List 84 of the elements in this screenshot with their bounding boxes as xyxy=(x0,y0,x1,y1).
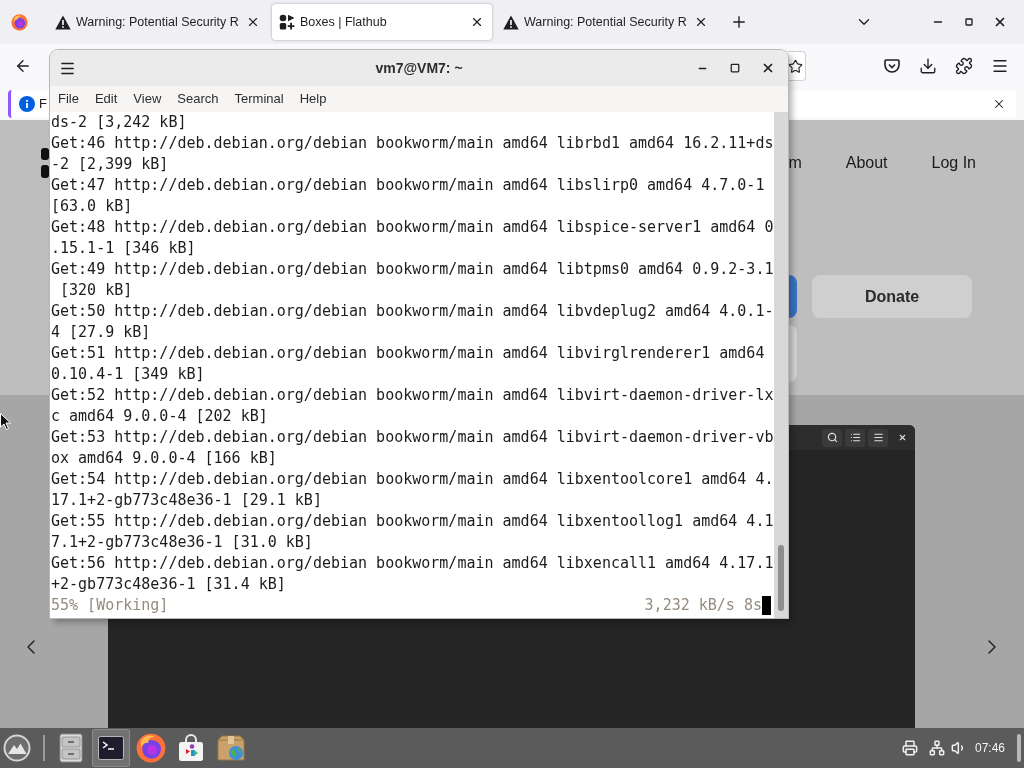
terminal-line: .15.1-1 [346 kB] xyxy=(51,238,197,259)
browser-logo-icon xyxy=(10,13,28,31)
start-menu-button[interactable] xyxy=(3,734,31,762)
puzzle-icon xyxy=(955,57,973,75)
menu-item[interactable]: File xyxy=(50,89,87,109)
package-globe-icon xyxy=(216,734,246,762)
menu-item[interactable]: Terminal xyxy=(226,89,292,109)
terminal-line: Get:50 http://deb.debian.org/debian bookworm/main amd64 libvdeplug2 amd64 4.0.1- xyxy=(51,301,774,322)
nav-link[interactable]: m xyxy=(788,151,802,175)
terminal-icon xyxy=(98,736,124,760)
terminal-line: Get:55 http://deb.debian.org/debian bookworm/main amd64 libxentoollog1 amd64 4.1 xyxy=(51,511,774,532)
browser-tab[interactable]: Warning: Potential Security R xyxy=(496,4,716,40)
terminal-line: ox amd64 9.0.0-4 [166 kB] xyxy=(51,448,278,469)
terminal-line: [63.0 kB] xyxy=(51,196,134,217)
text-cursor xyxy=(762,596,771,615)
progress-text: 55% [Working] xyxy=(51,595,169,616)
download-icon xyxy=(919,57,937,75)
logo-icon xyxy=(41,148,49,178)
url-field[interactable] xyxy=(788,51,806,81)
search-icon xyxy=(826,432,838,443)
menu-button[interactable] xyxy=(868,428,888,447)
tab-close-icon[interactable] xyxy=(470,15,484,29)
menu-item[interactable]: View xyxy=(125,89,170,109)
terminal-line: 7.1+2-gb773c48e36-1 [31.0 kB] xyxy=(51,532,314,553)
taskbar-app-button[interactable] xyxy=(92,729,130,767)
menu-item[interactable]: Search xyxy=(169,89,227,109)
menu-icon xyxy=(991,57,1009,75)
info-icon xyxy=(19,96,35,112)
maximize-icon xyxy=(730,63,740,73)
plus-icon xyxy=(730,13,748,31)
search-button[interactable] xyxy=(822,428,842,447)
terminal-line: ds-2 [3,242 kB] xyxy=(51,112,188,133)
close-icon xyxy=(993,15,1007,29)
terminal-line: Get:54 http://deb.debian.org/debian bookworm/main amd64 libxentoolcore1 amd64 4. xyxy=(51,469,774,490)
terminal-line: Get:51 http://deb.debian.org/debian bookworm/main amd64 libvirglrenderer1 amd64 xyxy=(51,343,766,364)
clock[interactable]: 07:46 xyxy=(974,739,1005,757)
terminal-line: [320 kB] xyxy=(59,280,134,301)
transfer-rate-text: 3,232 kB/s 8s xyxy=(644,595,762,616)
menu-item[interactable]: Edit xyxy=(86,89,126,109)
mouse-pointer-icon xyxy=(0,413,11,430)
maximize-icon xyxy=(965,18,973,26)
donate-button[interactable]: Donate xyxy=(812,275,972,318)
terminal-line: c amd64 9.0.0-4 [202 kB] xyxy=(51,406,269,427)
terminal-line: 0.10.4-1 [349 kB] xyxy=(51,364,206,385)
browser-logo-icon xyxy=(136,733,166,763)
nav-link[interactable]: About xyxy=(845,151,888,175)
scrollbar-thumb[interactable] xyxy=(778,545,784,611)
browser-tab[interactable]: Boxes | Flathub xyxy=(272,4,492,40)
terminal-line: Get:53 http://deb.debian.org/debian bookworm/main amd64 libvirt-daemon-driver-vb xyxy=(51,427,774,448)
close-icon xyxy=(761,61,775,75)
shopping-bag-icon xyxy=(177,734,205,762)
tab-close-icon[interactable] xyxy=(246,15,260,29)
file-cabinet-icon xyxy=(59,733,83,763)
close-icon xyxy=(992,97,1006,111)
terminal-line: Get:49 http://deb.debian.org/debian bookworm/main amd64 libtpms0 amd64 0.9.2-3.1 xyxy=(51,259,774,280)
menu-item[interactable]: Help xyxy=(291,89,335,109)
terminal-line: 4 [27.9 kB] xyxy=(51,322,152,343)
list-icon xyxy=(849,432,861,443)
terminal-line: +2-gb773c48e36-1 [31.4 kB] xyxy=(51,574,287,595)
printer-icon[interactable] xyxy=(901,740,918,756)
list-button[interactable] xyxy=(845,428,865,447)
tab-close-icon[interactable] xyxy=(694,15,708,29)
close-icon xyxy=(897,433,907,442)
browser-tab[interactable]: Warning: Potential Security R xyxy=(48,4,268,40)
site-favicon-icon xyxy=(279,14,295,30)
window-title: vm7@VM7: ~ xyxy=(375,58,463,78)
terminal-line: 17.1+2-gb773c48e36-1 [29.1 kB] xyxy=(51,490,323,511)
mountain-logo-icon xyxy=(3,734,31,762)
terminal-line: Get:56 http://deb.debian.org/debian bookworm/main amd64 libxencall1 amd64 4.17.1 xyxy=(51,553,774,574)
network-icon[interactable] xyxy=(928,740,945,756)
pocket-icon xyxy=(884,58,900,74)
terminal-line: Get:46 http://deb.debian.org/debian bookworm/main amd64 librbd1 amd64 16.2.11+ds xyxy=(51,133,774,154)
nav-link[interactable]: Log In xyxy=(931,151,976,175)
warning-icon xyxy=(55,14,71,30)
scrollbar[interactable] xyxy=(774,112,788,618)
warning-icon xyxy=(503,14,519,30)
terminal-line: -2 [2,399 kB] xyxy=(51,154,170,175)
terminal-line: Get:47 http://deb.debian.org/debian bookworm/main amd64 libslirp0 amd64 4.7.0-1 xyxy=(51,175,766,196)
menu-icon xyxy=(872,432,884,443)
notification-text: F xyxy=(39,95,47,114)
show-desktop-handle[interactable] xyxy=(1017,734,1021,762)
terminal-line: Get:52 http://deb.debian.org/debian bookworm/main amd64 libvirt-daemon-driver-lx xyxy=(51,385,774,406)
bookmark-star-icon[interactable] xyxy=(788,58,803,74)
terminal-line: Get:48 http://deb.debian.org/debian bookworm/main amd64 libspice-server1 amd64 0 xyxy=(51,217,774,238)
